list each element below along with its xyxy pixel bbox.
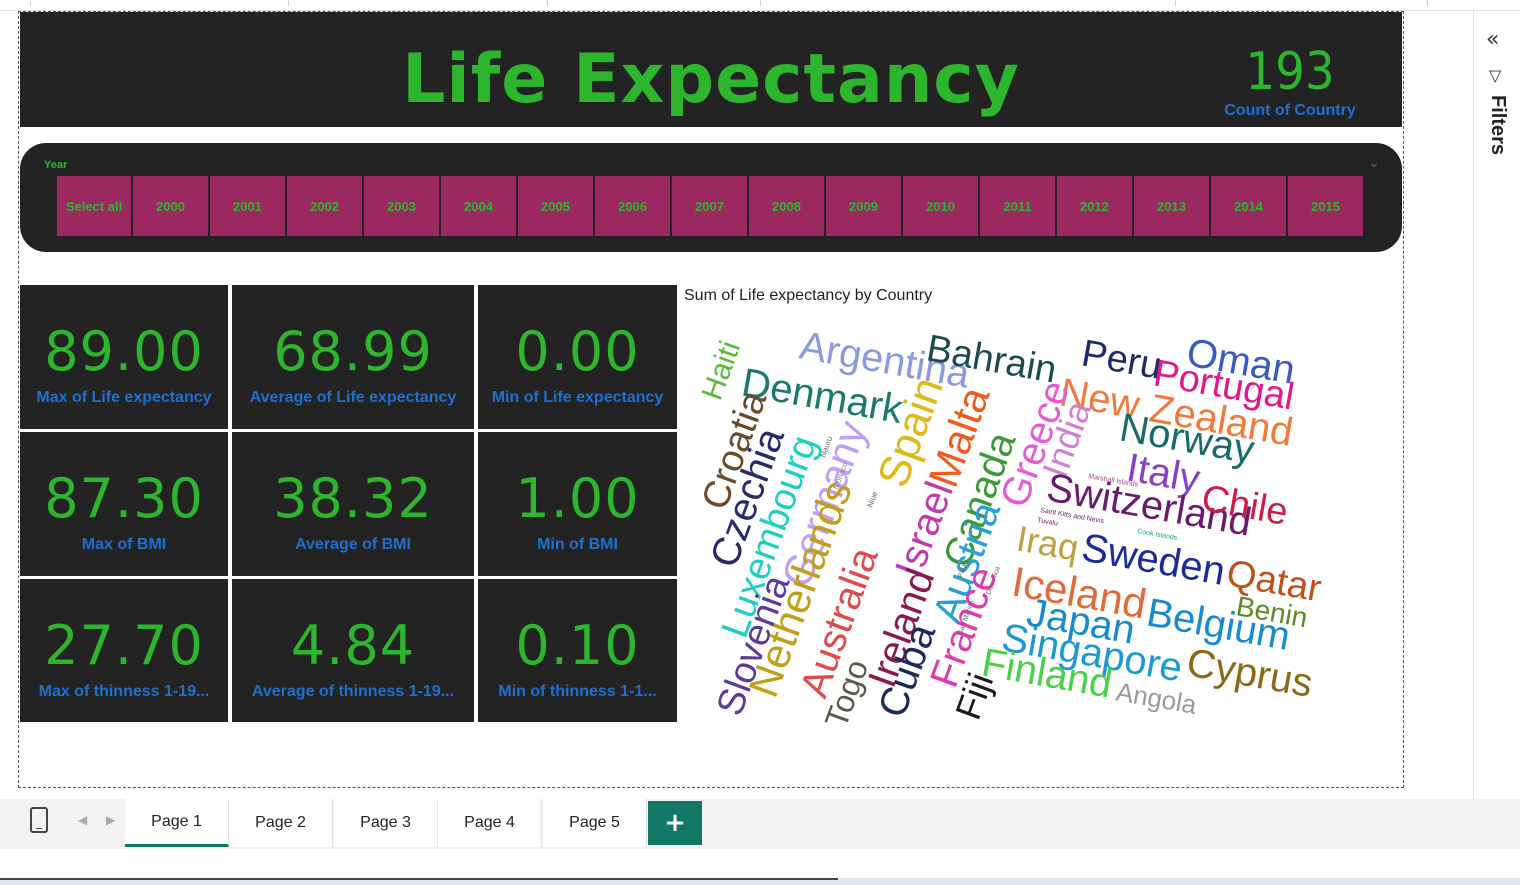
tab-page-5[interactable]: Page 5 [543, 799, 647, 847]
kpi-card-avg-thinness[interactable]: 4.84 Average of thinness 1-19... [232, 579, 474, 722]
kpi-card-min-life[interactable]: 0.00 Min of Life expectancy [478, 285, 677, 429]
filters-label[interactable]: Filters [1486, 95, 1509, 155]
tab-page-2[interactable]: Page 2 [229, 799, 333, 847]
tab-next-icon[interactable]: ▶ [106, 813, 115, 827]
kpi-value: 89.00 [44, 320, 204, 383]
kpi-label: Min of thinness 1-1... [498, 683, 657, 700]
kpi-card-avg-life[interactable]: 68.99 Average of Life expectancy [232, 285, 474, 429]
funnel-icon: ▽ [1489, 66, 1502, 85]
slicer-item-2000[interactable]: 2000 [133, 176, 208, 236]
slicer-item-2008[interactable]: 2008 [749, 176, 824, 236]
kpi-value: 68.99 [273, 320, 433, 383]
kpi-label: Min of Life expectancy [491, 389, 664, 406]
collapse-chevrons-icon[interactable]: « [1486, 27, 1499, 52]
tab-page-1[interactable]: Page 1 [125, 799, 229, 847]
slicer-item-2004[interactable]: 2004 [441, 176, 516, 236]
slicer-item-2010[interactable]: 2010 [903, 176, 978, 236]
kpi-label: Max of BMI [81, 536, 167, 553]
kpi-card-max-thinness[interactable]: 27.70 Max of thinness 1-19... [20, 579, 228, 722]
page-title: Life Expectancy [402, 40, 1020, 119]
slicer-item-2006[interactable]: 2006 [595, 176, 670, 236]
slicer-item-2015[interactable]: 2015 [1288, 176, 1363, 236]
kpi-value: 87.30 [44, 467, 204, 530]
kpi-card-max-life[interactable]: 89.00 Max of Life expectancy [20, 285, 228, 429]
kpi-value: 0.00 [515, 320, 640, 383]
kpi-label: Max of thinness 1-19... [38, 683, 210, 700]
slicer-item-2011[interactable]: 2011 [980, 176, 1055, 236]
kpi-card-min-thinness[interactable]: 0.10 Min of thinness 1-1... [478, 579, 677, 722]
kpi-value: 38.32 [273, 467, 433, 530]
kpi-label: Max of Life expectancy [36, 389, 212, 406]
slicer-item-2009[interactable]: 2009 [826, 176, 901, 236]
status-strip-line [0, 878, 838, 880]
slicer-item-2014[interactable]: 2014 [1211, 176, 1286, 236]
page-tab-bar: ◀ ▶ Page 1 Page 2 Page 3 Page 4 Page 5 + [0, 799, 1520, 849]
slicer-item-2013[interactable]: 2013 [1134, 176, 1209, 236]
slicer-item-2005[interactable]: 2005 [518, 176, 593, 236]
kpi-card-min-bmi[interactable]: 1.00 Min of BMI [478, 432, 677, 576]
wordcloud-title: Sum of Life expectancy by Country [684, 287, 933, 304]
slicer-item-2007[interactable]: 2007 [672, 176, 747, 236]
kpi-value: 1.00 [515, 467, 640, 530]
header-banner: Life Expectancy 193 Count of Country [20, 12, 1402, 127]
slicer-item-2012[interactable]: 2012 [1057, 176, 1132, 236]
kpi-label: Min of BMI [537, 536, 618, 553]
kpi-value: 27.70 [44, 614, 204, 677]
kpi-card-max-bmi[interactable]: 87.30 Max of BMI [20, 432, 228, 576]
slicer-item-2002[interactable]: 2002 [287, 176, 362, 236]
kpi-label: Average of thinness 1-19... [251, 683, 455, 700]
slicer-item-2003[interactable]: 2003 [364, 176, 439, 236]
slicer-title: Year [44, 159, 68, 171]
tab-page-4[interactable]: Page 4 [438, 799, 542, 847]
count-card-value: 193 [1245, 42, 1335, 102]
top-ruler [0, 0, 1520, 11]
slicer-items: Select all 2000 2001 2002 2003 2004 2005… [57, 176, 1363, 236]
add-page-button[interactable]: + [648, 801, 702, 845]
filters-pane[interactable]: « ▽ Filters [1473, 11, 1520, 799]
slicer-item-select-all[interactable]: Select all [57, 176, 131, 236]
tab-page-3[interactable]: Page 3 [334, 799, 438, 847]
tab-prev-icon[interactable]: ◀ [78, 813, 87, 827]
kpi-label: Average of Life expectancy [249, 389, 457, 406]
chevron-down-icon[interactable]: ⌄ [1368, 155, 1380, 171]
slicer-item-2001[interactable]: 2001 [210, 176, 285, 236]
count-card-label: Count of Country [1224, 102, 1356, 119]
kpi-value: 4.84 [290, 614, 416, 677]
mobile-layout-icon[interactable] [30, 807, 48, 833]
kpi-value: 0.10 [515, 614, 640, 677]
year-slicer: Year ⌄ Select all 2000 2001 2002 2003 20… [20, 143, 1402, 252]
kpi-label: Average of BMI [295, 536, 411, 553]
kpi-card-avg-bmi[interactable]: 38.32 Average of BMI [232, 432, 474, 576]
